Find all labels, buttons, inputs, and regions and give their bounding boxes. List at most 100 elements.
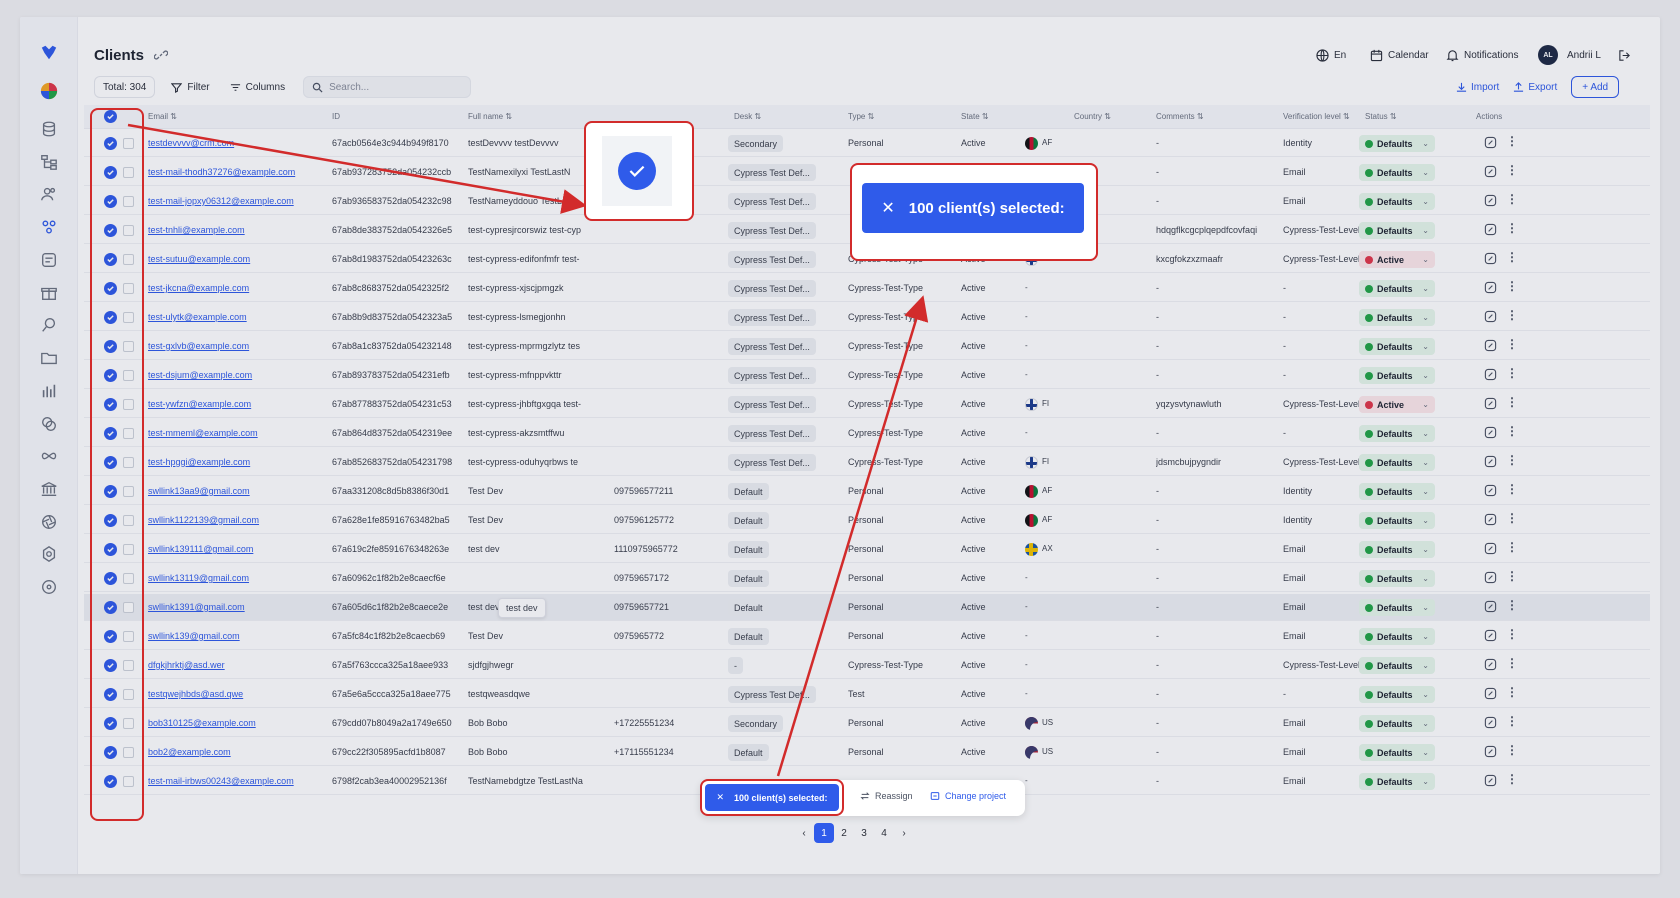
client-email-link[interactable]: testdevvvv@crm.com: [148, 138, 318, 148]
edit-icon[interactable]: [1484, 223, 1498, 237]
page-2[interactable]: 2: [834, 823, 854, 843]
more-options-icon[interactable]: ⋮: [1506, 250, 1520, 264]
col-fullname[interactable]: Full name ⇅: [468, 112, 512, 121]
bar-chart-icon[interactable]: [39, 381, 59, 401]
users-icon[interactable]: [39, 184, 59, 204]
col-email[interactable]: Email ⇅: [148, 112, 177, 121]
edit-icon[interactable]: [1484, 368, 1498, 382]
export-button[interactable]: Export: [1513, 82, 1557, 93]
gift-icon[interactable]: [39, 283, 59, 303]
status-dropdown[interactable]: Defaults ⌄: [1359, 483, 1435, 500]
status-dropdown[interactable]: Defaults ⌄: [1359, 338, 1435, 355]
table-row[interactable]: swllink1122139@gmail.com 67a628e1fe859167…: [84, 507, 1650, 534]
more-options-icon[interactable]: ⋮: [1506, 569, 1520, 583]
status-dropdown[interactable]: Defaults ⌄: [1359, 541, 1435, 558]
table-row[interactable]: test-mmeml@example.com 67ab864d83752da054…: [84, 420, 1650, 447]
close-icon[interactable]: ✕: [716, 792, 724, 803]
client-email-link[interactable]: test-mmeml@example.com: [148, 428, 318, 438]
table-row[interactable]: swllink13119@gmail.com 67a60962c1f82b2e8c…: [84, 565, 1650, 592]
search-input[interactable]: Search...: [303, 76, 472, 98]
client-email-link[interactable]: test-mail-irbws00243@example.com: [148, 776, 318, 786]
more-options-icon[interactable]: ⋮: [1506, 453, 1520, 467]
bank-icon[interactable]: [39, 479, 59, 499]
status-dropdown[interactable]: Defaults ⌄: [1359, 686, 1435, 703]
logo-icon[interactable]: [39, 43, 59, 63]
status-dropdown[interactable]: Defaults ⌄: [1359, 657, 1435, 674]
status-dropdown[interactable]: Defaults ⌄: [1359, 715, 1435, 732]
client-email-link[interactable]: test-mail-thodh37276@example.com: [148, 167, 318, 177]
edit-icon[interactable]: [1484, 745, 1498, 759]
next-page-button[interactable]: ›: [894, 823, 914, 843]
reassign-button[interactable]: Reassign: [860, 791, 913, 801]
more-options-icon[interactable]: ⋮: [1506, 424, 1520, 438]
more-options-icon[interactable]: ⋮: [1506, 221, 1520, 235]
more-options-icon[interactable]: ⋮: [1506, 134, 1520, 148]
more-options-icon[interactable]: ⋮: [1506, 366, 1520, 380]
status-dropdown[interactable]: Defaults ⌄: [1359, 628, 1435, 645]
col-comments[interactable]: Comments ⇅: [1156, 112, 1204, 121]
more-options-icon[interactable]: ⋮: [1506, 395, 1520, 409]
table-row[interactable]: dfgkjhrktj@asd.wer 67a5f763ccca325a18aee9…: [84, 652, 1650, 679]
more-options-icon[interactable]: ⋮: [1506, 627, 1520, 641]
client-email-link[interactable]: swllink13119@gmail.com: [148, 573, 318, 583]
client-email-link[interactable]: test-ywfzn@example.com: [148, 399, 318, 409]
edit-icon[interactable]: [1484, 310, 1498, 324]
info-circle-icon[interactable]: [39, 577, 59, 597]
folder-icon[interactable]: [39, 348, 59, 368]
table-row[interactable]: test-jkcna@example.com 67ab8c8683752da054…: [84, 275, 1650, 302]
add-client-button[interactable]: + Add: [1571, 76, 1620, 98]
status-dropdown[interactable]: Defaults ⌄: [1359, 135, 1435, 152]
status-dropdown[interactable]: Defaults ⌄: [1359, 367, 1435, 384]
client-email-link[interactable]: swllink139@gmail.com: [148, 631, 318, 641]
client-email-link[interactable]: swllink139111@gmail.com: [148, 544, 318, 554]
edit-icon[interactable]: [1484, 194, 1498, 208]
user-menu[interactable]: AL Andrii L: [1538, 45, 1601, 65]
edit-icon[interactable]: [1484, 339, 1498, 353]
document-icon[interactable]: [39, 250, 59, 270]
client-email-link[interactable]: test-gxlvb@example.com: [148, 341, 318, 351]
table-row[interactable]: bob2@example.com 679cc22f305895acfd1b8087…: [84, 739, 1650, 766]
table-row[interactable]: test-ywfzn@example.com 67ab877883752da054…: [84, 391, 1650, 418]
edit-icon[interactable]: [1484, 542, 1498, 556]
table-row[interactable]: test-gxlvb@example.com 67ab8a1c83752da054…: [84, 333, 1650, 360]
table-row[interactable]: test-ulytk@example.com 67ab8b9d83752da054…: [84, 304, 1650, 331]
edit-icon[interactable]: [1484, 136, 1498, 150]
edit-icon[interactable]: [1484, 513, 1498, 527]
edit-icon[interactable]: [1484, 281, 1498, 295]
notifications-button[interactable]: Notifications: [1446, 45, 1518, 65]
status-dropdown[interactable]: Defaults ⌄: [1359, 164, 1435, 181]
table-row[interactable]: test-dsjum@example.com 67ab893783752da054…: [84, 362, 1650, 389]
more-options-icon[interactable]: ⋮: [1506, 656, 1520, 670]
client-email-link[interactable]: bob2@example.com: [148, 747, 318, 757]
more-options-icon[interactable]: ⋮: [1506, 598, 1520, 612]
edit-icon[interactable]: [1484, 252, 1498, 266]
client-email-link[interactable]: testqwejhbds@asd.qwe: [148, 689, 318, 699]
import-button[interactable]: Import: [1456, 82, 1499, 93]
client-email-link[interactable]: test-jkcna@example.com: [148, 283, 318, 293]
table-row[interactable]: testqwejhbds@asd.qwe 67a5e6a5ccca325a18ae…: [84, 681, 1650, 708]
client-email-link[interactable]: test-ulytk@example.com: [148, 312, 318, 322]
logout-icon[interactable]: [1618, 45, 1631, 65]
col-desk[interactable]: Desk ⇅: [734, 112, 761, 121]
status-dropdown[interactable]: Defaults ⌄: [1359, 193, 1435, 210]
client-email-link[interactable]: test-sutuu@example.com: [148, 254, 318, 264]
edit-icon[interactable]: [1484, 600, 1498, 614]
selection-count-button[interactable]: ✕ 100 client(s) selected:: [705, 784, 839, 811]
more-options-icon[interactable]: ⋮: [1506, 540, 1520, 554]
status-dropdown[interactable]: Defaults ⌄: [1359, 512, 1435, 529]
status-dropdown[interactable]: Defaults ⌄: [1359, 222, 1435, 239]
page-1[interactable]: 1: [814, 823, 834, 843]
client-email-link[interactable]: test-tnhli@example.com: [148, 225, 318, 235]
edit-icon[interactable]: [1484, 165, 1498, 179]
more-options-icon[interactable]: ⋮: [1506, 192, 1520, 206]
edit-icon[interactable]: [1484, 687, 1498, 701]
hierarchy-icon[interactable]: [39, 152, 59, 172]
database-icon[interactable]: [39, 119, 59, 139]
status-dropdown[interactable]: Defaults ⌄: [1359, 280, 1435, 297]
client-email-link[interactable]: swllink1122139@gmail.com: [148, 515, 318, 525]
table-row[interactable]: testdevvvv@crm.com 67acb0564e3c944b949f81…: [84, 130, 1650, 157]
table-row[interactable]: test-hpggi@example.com 67ab852683752da054…: [84, 449, 1650, 476]
more-options-icon[interactable]: ⋮: [1506, 743, 1520, 757]
client-email-link[interactable]: dfgkjhrktj@asd.wer: [148, 660, 318, 670]
status-dropdown[interactable]: Defaults ⌄: [1359, 425, 1435, 442]
